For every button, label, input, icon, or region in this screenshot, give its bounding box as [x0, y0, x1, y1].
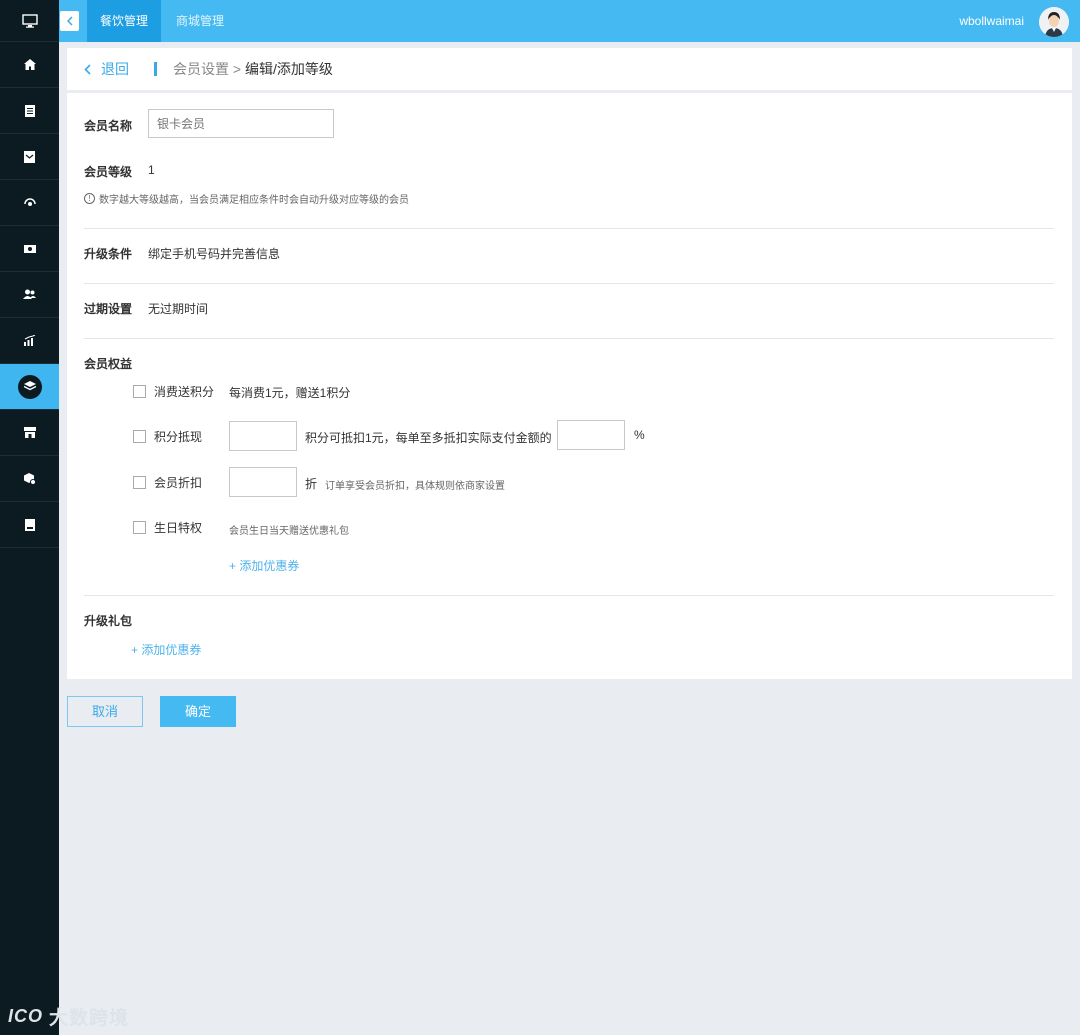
- sidebar-item-home[interactable]: [0, 42, 59, 88]
- cancel-button[interactable]: 取消: [67, 696, 143, 727]
- breadcrumb: 会员设置 > 编辑/添加等级: [173, 48, 333, 90]
- benefit-birthday-label: 生日特权: [154, 520, 203, 535]
- breadcrumb-current: 编辑/添加等级: [244, 61, 333, 77]
- user-avatar-icon: [1039, 7, 1069, 37]
- tab-mall[interactable]: 商城管理: [176, 0, 224, 42]
- benefit-birthday-checkbox[interactable]: [133, 520, 146, 534]
- benefit-deduct-checkbox[interactable]: [133, 429, 146, 443]
- cash-icon: [23, 244, 36, 253]
- discount-unit: 折: [305, 477, 318, 491]
- expiry-label: 过期设置: [84, 302, 133, 316]
- add-coupon-link[interactable]: + 添加优惠券: [229, 557, 299, 574]
- divider: [84, 283, 1054, 284]
- breadcrumb-parent[interactable]: 会员设置 >: [173, 61, 245, 77]
- level-hint: ! 数字越大等级越高，当会员满足相应条件时会自动升级对应等级的会员: [84, 191, 409, 206]
- benefit-birthday-row: 生日特权: [133, 512, 234, 542]
- upgrade-condition-value: 绑定手机号码并完善信息: [148, 247, 281, 261]
- settings-cube-icon: [23, 472, 36, 485]
- discount-note: 订单享受会员折扣，具体规则依商家设置: [325, 481, 505, 492]
- divider: [84, 338, 1054, 339]
- benefit-points-label: 消费送积分: [154, 384, 215, 399]
- benefit-discount-row: 会员折扣: [133, 467, 234, 497]
- benefit-deduct-text: 积分可抵扣1元，每单至多抵扣实际支付金额的: [305, 431, 552, 445]
- benefit-points-row: 消费送积分: [133, 376, 234, 406]
- avatar[interactable]: [1039, 7, 1069, 37]
- stats-icon: [23, 335, 35, 346]
- breadcrumb-bar: 退回 会员设置 > 编辑/添加等级: [67, 48, 1072, 90]
- sidebar-item-statistics[interactable]: [0, 318, 59, 364]
- benefit-discount-checkbox[interactable]: [133, 475, 146, 489]
- benefit-points-text: 每消费1元，赠送1积分: [229, 386, 351, 400]
- divider: [84, 595, 1054, 596]
- book-icon: [24, 518, 35, 531]
- document-icon: [24, 104, 35, 117]
- watermark-text: 大数跨境: [49, 1008, 130, 1029]
- level-hint-text: 数字越大等级越高，当会员满足相应条件时会自动升级对应等级的会员: [99, 195, 409, 206]
- active-indicator: [17, 374, 42, 399]
- member-name-input[interactable]: [148, 109, 334, 138]
- layers-icon: [23, 381, 36, 391]
- divider: [84, 228, 1054, 229]
- sidebar-item-members[interactable]: [0, 272, 59, 318]
- back-button[interactable]: 退回: [84, 48, 129, 90]
- chevron-left-icon: [66, 16, 73, 26]
- top-bar: 餐饮管理 商城管理 wbollwaimai: [59, 0, 1080, 42]
- watermark: ICO 大数跨境: [8, 1003, 129, 1030]
- sidebar-item-manual[interactable]: [0, 502, 59, 548]
- sidebar: [0, 0, 59, 1035]
- sidebar-item-orders[interactable]: [0, 88, 59, 134]
- member-name-label: 会员名称: [84, 119, 133, 133]
- percent-unit: %: [634, 428, 645, 442]
- breadcrumb-divider: [154, 62, 157, 76]
- benefit-deduct-row: 积分抵现: [133, 421, 234, 451]
- tab-restaurant[interactable]: 餐饮管理: [87, 0, 161, 42]
- upgrade-gift-label: 升级礼包: [84, 614, 133, 628]
- upgrade-condition-label: 升级条件: [84, 247, 133, 261]
- monitor-icon: [21, 13, 38, 28]
- expiry-value: 无过期时间: [148, 302, 209, 316]
- collapse-sidebar-button[interactable]: [60, 11, 79, 31]
- sidebar-item-inbox[interactable]: [0, 134, 59, 180]
- sidebar-item-membership[interactable]: [0, 364, 59, 410]
- chevron-left-icon: [84, 63, 91, 75]
- sidebar-item-dashboard[interactable]: [0, 0, 59, 42]
- back-label: 退回: [101, 61, 129, 77]
- sidebar-item-settings[interactable]: [0, 456, 59, 502]
- home-icon: [23, 59, 36, 70]
- sidebar-item-broadcast[interactable]: [0, 180, 59, 226]
- birthday-note: 会员生日当天赠送优惠礼包: [229, 526, 349, 537]
- signal-icon: [23, 197, 36, 206]
- sidebar-item-store[interactable]: [0, 410, 59, 456]
- sidebar-item-cashier[interactable]: [0, 226, 59, 272]
- member-level-value: 1: [148, 163, 155, 177]
- benefit-deduct-label: 积分抵现: [154, 429, 203, 444]
- add-gift-coupon-link[interactable]: + 添加优惠券: [131, 641, 201, 658]
- member-level-label: 会员等级: [84, 165, 133, 179]
- discount-input[interactable]: [229, 467, 297, 497]
- member-benefits-label: 会员权益: [84, 357, 133, 371]
- inbox-icon: [24, 150, 35, 163]
- deduct-percent-input[interactable]: [557, 420, 625, 450]
- info-icon: !: [84, 193, 95, 204]
- deduct-points-input[interactable]: [229, 421, 297, 451]
- benefit-discount-label: 会员折扣: [154, 475, 203, 490]
- confirm-button[interactable]: 确定: [160, 696, 236, 727]
- username[interactable]: wbollwaimai: [959, 0, 1024, 42]
- benefit-points-checkbox[interactable]: [133, 384, 146, 398]
- level-form: 会员名称 会员等级 1 ! 数字越大等级越高，当会员满足相应条件时会自动升级对应…: [67, 93, 1072, 679]
- watermark-logo: ICO: [8, 1006, 44, 1026]
- store-icon: [23, 427, 36, 438]
- users-icon: [23, 289, 36, 299]
